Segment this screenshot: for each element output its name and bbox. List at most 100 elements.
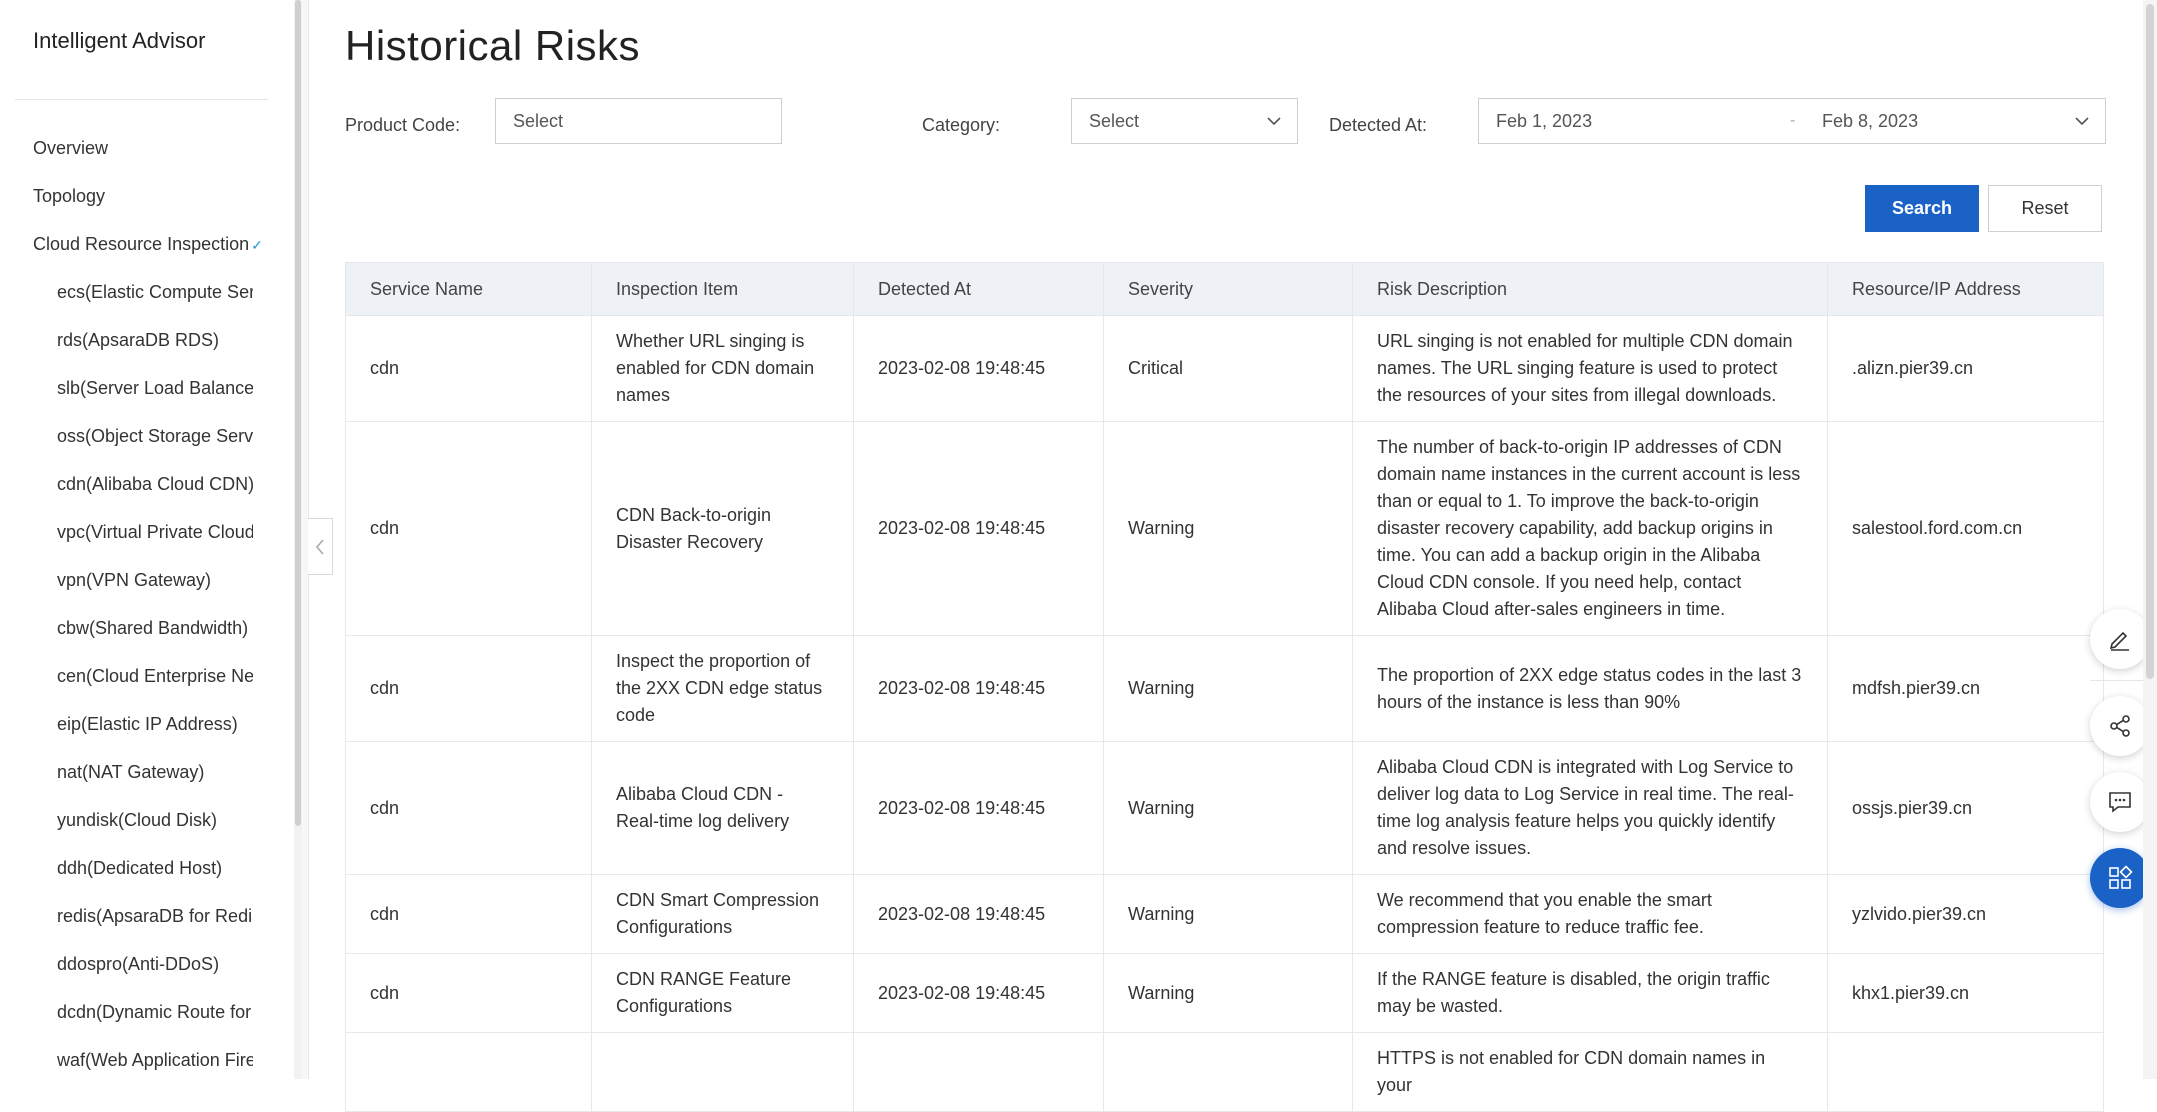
sidebar-item-label: redis(ApsaraDB for Redis (57, 906, 253, 926)
table-cell: We recommend that you enable the smart c… (1352, 874, 1828, 954)
sidebar-item[interactable]: cdn(Alibaba Cloud CDN) (0, 460, 253, 508)
table-cell: 2023-02-08 19:48:45 (853, 741, 1104, 875)
risks-table: Service Name Inspection Item Detected At Se… (345, 262, 2104, 1112)
table-cell: Warning (1103, 741, 1353, 875)
sidebar-item-label: oss(Object Storage Servi (57, 426, 253, 446)
edit-icon (2109, 631, 2129, 651)
apps-tool-button[interactable] (2090, 848, 2150, 908)
sidebar: Intelligent Advisor Overview Topology Clou… (0, 0, 296, 1079)
sidebar-item-label: waf(Web Application Fire (57, 1050, 253, 1070)
table-row: HTTPS is not enabled for CDN domain name… (345, 1032, 2104, 1112)
sidebar-item[interactable]: oss(Object Storage Servi (0, 412, 253, 460)
column-header: Detected At (853, 262, 1104, 316)
reset-button[interactable]: Reset (1988, 185, 2102, 232)
sidebar-item-label: rds(ApsaraDB RDS) (57, 330, 220, 350)
feedback-icon (2109, 792, 2131, 813)
sidebar-item-label: nat(NAT Gateway) (57, 762, 205, 782)
table-cell: .alizn.pier39.cn (1827, 315, 2104, 422)
sidebar-scrollbar-thumb[interactable] (295, 0, 301, 826)
table-cell: If the RANGE feature is disabled, the or… (1352, 953, 1828, 1033)
category-select[interactable]: Select (1071, 98, 1298, 144)
table-cell: cdn (345, 635, 592, 742)
feedback-tool-button[interactable] (2090, 772, 2150, 832)
table-row: cdn Alibaba Cloud CDN - Real-time log del… (345, 741, 2104, 875)
sidebar-item[interactable]: slb(Server Load Balancer (0, 364, 253, 412)
table-cell (345, 1032, 592, 1112)
sidebar-item-label: dcdn(Dynamic Route for (57, 1002, 252, 1022)
table-cell: URL singing is not enabled for multiple … (1352, 315, 1828, 422)
sidebar-item[interactable]: cen(Cloud Enterprise Ne (0, 652, 253, 700)
sidebar-item[interactable]: cbw(Shared Bandwidth) (0, 604, 253, 652)
table-cell: cdn (345, 315, 592, 422)
apps-icon (2109, 865, 2133, 889)
table-cell: The number of back-to-origin IP addresse… (1352, 421, 1828, 636)
table-header-row: Service Name Inspection Item Detected At Se… (345, 262, 2104, 316)
sidebar-item[interactable]: yundisk(Cloud Disk) (0, 796, 253, 844)
table-cell: cdn (345, 874, 592, 954)
table-cell: mdfsh.pier39.cn (1827, 635, 2104, 742)
chevron-down-icon (2075, 117, 2089, 126)
share-icon (2110, 715, 2130, 737)
date-end: Feb 8, 2023 (1822, 111, 1919, 131)
search-button[interactable]: Search (1865, 185, 1979, 232)
table-cell: ossjs.pier39.cn (1827, 741, 2104, 875)
share-tool-button[interactable] (2090, 696, 2150, 756)
sidebar-item[interactable]: waf(Web Application Fire (0, 1036, 253, 1079)
expanded-check-icon: ✓ (251, 237, 263, 253)
table-cell: cdn (345, 741, 592, 875)
date-start: Feb 1, 2023 (1496, 111, 1593, 131)
sidebar-item[interactable]: eip(Elastic IP Address) (0, 700, 253, 748)
sidebar-item-label: eip(Elastic IP Address) (57, 714, 238, 734)
sidebar-item[interactable]: dcdn(Dynamic Route for (0, 988, 253, 1036)
category-placeholder: Select (1089, 111, 1140, 131)
table-cell (1103, 1032, 1353, 1112)
sidebar-item[interactable]: rds(ApsaraDB RDS) (0, 316, 253, 364)
table-cell: Whether URL singing is enabled for CDN d… (591, 315, 854, 422)
edit-tool-button[interactable] (2090, 609, 2150, 669)
sidebar-item-label: Topology (33, 186, 106, 206)
table-cell: 2023-02-08 19:48:45 (853, 315, 1104, 422)
chevron-down-icon (1267, 117, 1281, 126)
table-cell: 2023-02-08 19:48:45 (853, 421, 1104, 636)
sidebar-item[interactable]: Overview (0, 124, 280, 172)
main-scrollbar-thumb[interactable] (2146, 4, 2154, 679)
sidebar-item[interactable]: Topology (0, 172, 280, 220)
table-cell: 2023-02-08 19:48:45 (853, 874, 1104, 954)
sidebar-item[interactable]: vpc(Virtual Private Cloud (0, 508, 253, 556)
category-label: Category: (922, 115, 1001, 135)
table-row: cdn CDN Smart Compression Configurations 2… (345, 874, 2104, 954)
sidebar-item-label: Overview (33, 138, 109, 158)
column-header: Resource/IP Address (1827, 262, 2104, 316)
sidebar-item[interactable]: vpn(VPN Gateway) (0, 556, 253, 604)
column-header: Service Name (345, 262, 592, 316)
sidebar-item-label: vpc(Virtual Private Cloud (57, 522, 253, 542)
table-body: cdn Whether URL singing is enabled for CD… (345, 315, 2104, 1112)
sidebar-item[interactable]: ddospro(Anti-DDoS) (0, 940, 253, 988)
sidebar-item[interactable]: ddh(Dedicated Host) (0, 844, 253, 892)
sidebar-item-label: Cloud Resource Inspection (33, 234, 250, 254)
table-cell: CDN Back-to-origin Disaster Recovery (591, 421, 854, 636)
product-code-label: Product Code: (345, 115, 461, 135)
table-cell: Alibaba Cloud CDN - Real-time log delive… (591, 741, 854, 875)
table-cell: 2023-02-08 19:48:45 (853, 635, 1104, 742)
collapse-sidebar-button[interactable] (308, 518, 333, 575)
table-cell: CDN RANGE Feature Configurations (591, 953, 854, 1033)
product-code-select[interactable]: Select (495, 98, 782, 144)
table-cell: yzlvido.pier39.cn (1827, 874, 2104, 954)
table-row: cdn Inspect the proportion of the 2XX CDN… (345, 635, 2104, 742)
table-cell: Alibaba Cloud CDN is integrated with Log… (1352, 741, 1828, 875)
table-cell: Inspect the proportion of the 2XX CDN ed… (591, 635, 854, 742)
sidebar-item[interactable]: Cloud Resource Inspection ✓ (0, 220, 280, 268)
sidebar-item-label: yundisk(Cloud Disk) (57, 810, 218, 830)
date-range-picker[interactable]: Feb 1, 2023 - Feb 8, 2023 (1478, 98, 2106, 144)
table-cell: The proportion of 2XX edge status codes … (1352, 635, 1828, 742)
sidebar-item[interactable]: redis(ApsaraDB for Redis (0, 892, 253, 940)
table-row: cdn CDN Back-to-origin Disaster Recovery 2… (345, 421, 2104, 636)
table-cell: khx1.pier39.cn (1827, 953, 2104, 1033)
page-title: Historical Risks (345, 22, 641, 69)
table-cell: Warning (1103, 874, 1353, 954)
sidebar-item-label: cen(Cloud Enterprise Ne (57, 666, 253, 686)
table-cell: 2023-02-08 19:48:45 (853, 953, 1104, 1033)
sidebar-item[interactable]: ecs(Elastic Compute Serv (0, 268, 253, 316)
sidebar-item[interactable]: nat(NAT Gateway) (0, 748, 253, 796)
